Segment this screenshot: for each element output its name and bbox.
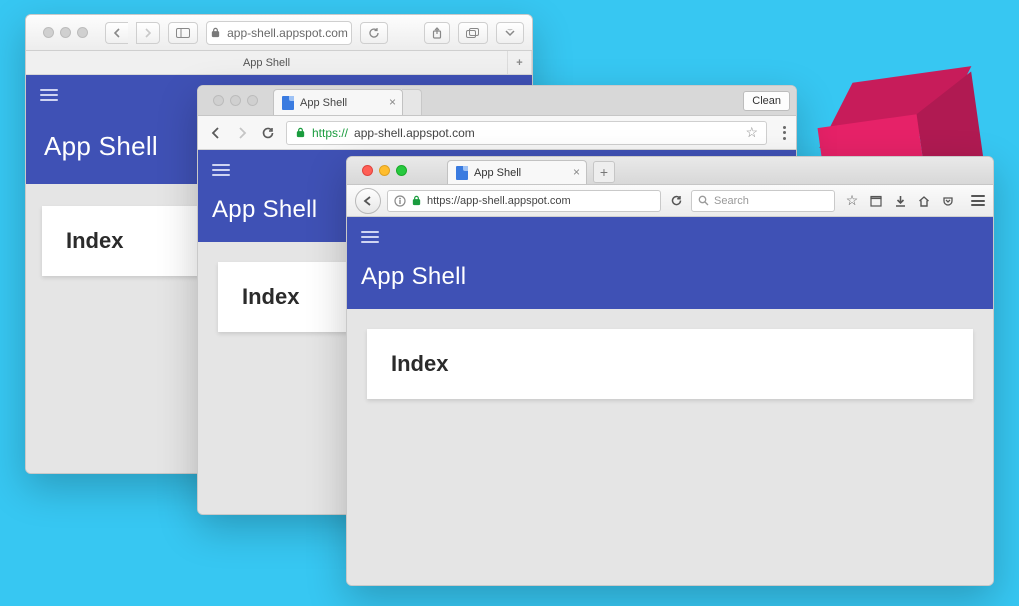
content-heading: Index [391, 351, 949, 377]
chrome-address-bar[interactable]: https:// app-shell.appspot.com ☆ [286, 121, 767, 145]
bookmark-star-icon[interactable]: ☆ [745, 124, 758, 141]
app-content: Index [347, 309, 993, 585]
safari-address-bar[interactable]: app-shell.appspot.com [206, 21, 352, 45]
reload-button[interactable] [360, 22, 388, 44]
close-dot[interactable] [43, 27, 54, 38]
forward-button[interactable] [136, 22, 160, 44]
hamburger-icon[interactable] [361, 231, 379, 243]
firefox-toolbar-icons: ☆ [841, 194, 959, 208]
firefox-tab-active[interactable]: App Shell × [447, 160, 587, 184]
clean-button[interactable]: Clean [743, 91, 790, 111]
info-icon [394, 195, 406, 207]
reload-button[interactable] [667, 192, 685, 210]
safari-tab-bar: App Shell + [26, 51, 532, 75]
download-icon[interactable] [893, 194, 907, 208]
safari-tab-active[interactable]: App Shell [26, 51, 508, 74]
close-dot[interactable] [362, 165, 373, 176]
app-header: App Shell [347, 217, 993, 309]
overflow-button[interactable] [496, 22, 524, 44]
chrome-toolbar: https:// app-shell.appspot.com ☆ [198, 116, 796, 150]
search-icon [698, 195, 709, 206]
firefox-url-text: https://app-shell.appspot.com [427, 195, 571, 207]
firefox-browser-window: App Shell × + https://app-shell.appspot.… [346, 156, 994, 586]
hamburger-icon[interactable] [40, 89, 58, 101]
zoom-dot[interactable] [396, 165, 407, 176]
lock-icon [411, 195, 422, 206]
firefox-tab-title: App Shell [474, 167, 521, 179]
safari-url-text: app-shell.appspot.com [227, 26, 348, 40]
firefox-new-tab-button[interactable]: + [593, 161, 615, 183]
lock-icon [210, 27, 221, 38]
firefox-tab-strip: App Shell × + [347, 157, 993, 185]
close-dot[interactable] [213, 95, 224, 106]
url-host: app-shell.appspot.com [354, 126, 475, 140]
firefox-menu-icon[interactable] [971, 195, 985, 206]
back-button[interactable] [355, 188, 381, 214]
pocket-icon[interactable] [941, 194, 955, 208]
chrome-tab-strip: App Shell × Clean [198, 86, 796, 116]
reload-button[interactable] [260, 125, 276, 141]
chrome-menu-icon[interactable] [783, 126, 786, 140]
firefox-address-bar[interactable]: https://app-shell.appspot.com [387, 190, 661, 212]
back-button[interactable] [105, 22, 128, 44]
firefox-toolbar: https://app-shell.appspot.com Search ☆ [347, 185, 993, 217]
chrome-new-tab-button[interactable] [402, 89, 422, 115]
minimize-dot[interactable] [60, 27, 71, 38]
zoom-dot[interactable] [247, 95, 258, 106]
sidebar-button[interactable] [168, 22, 198, 44]
bookmark-star-icon[interactable]: ☆ [845, 194, 859, 208]
minimize-dot[interactable] [230, 95, 241, 106]
safari-toolbar: app-shell.appspot.com [26, 15, 532, 51]
lock-icon [295, 127, 306, 138]
firefox-search-box[interactable]: Search [691, 190, 835, 212]
chrome-tab-title: App Shell [300, 97, 347, 109]
favicon-icon [456, 166, 468, 180]
share-button[interactable] [424, 22, 450, 44]
chrome-tab-active[interactable]: App Shell × [273, 89, 403, 115]
safari-tab-title: App Shell [243, 57, 290, 69]
back-button[interactable] [208, 125, 224, 141]
library-icon[interactable] [869, 194, 883, 208]
close-tab-icon[interactable]: × [389, 95, 396, 109]
minimize-dot[interactable] [379, 165, 390, 176]
traffic-lights [204, 95, 267, 106]
tabs-button[interactable] [458, 22, 488, 44]
traffic-lights [353, 165, 447, 176]
url-protocol: https:// [312, 126, 348, 140]
hamburger-icon[interactable] [212, 164, 230, 176]
content-card: Index [367, 329, 973, 399]
safari-new-tab-button[interactable]: + [508, 51, 532, 74]
search-placeholder: Search [714, 195, 749, 207]
favicon-icon [282, 96, 294, 110]
zoom-dot[interactable] [77, 27, 88, 38]
home-icon[interactable] [917, 194, 931, 208]
app-title: App Shell [347, 257, 993, 309]
close-tab-icon[interactable]: × [573, 165, 580, 179]
forward-button[interactable] [234, 125, 250, 141]
traffic-lights [34, 27, 97, 38]
